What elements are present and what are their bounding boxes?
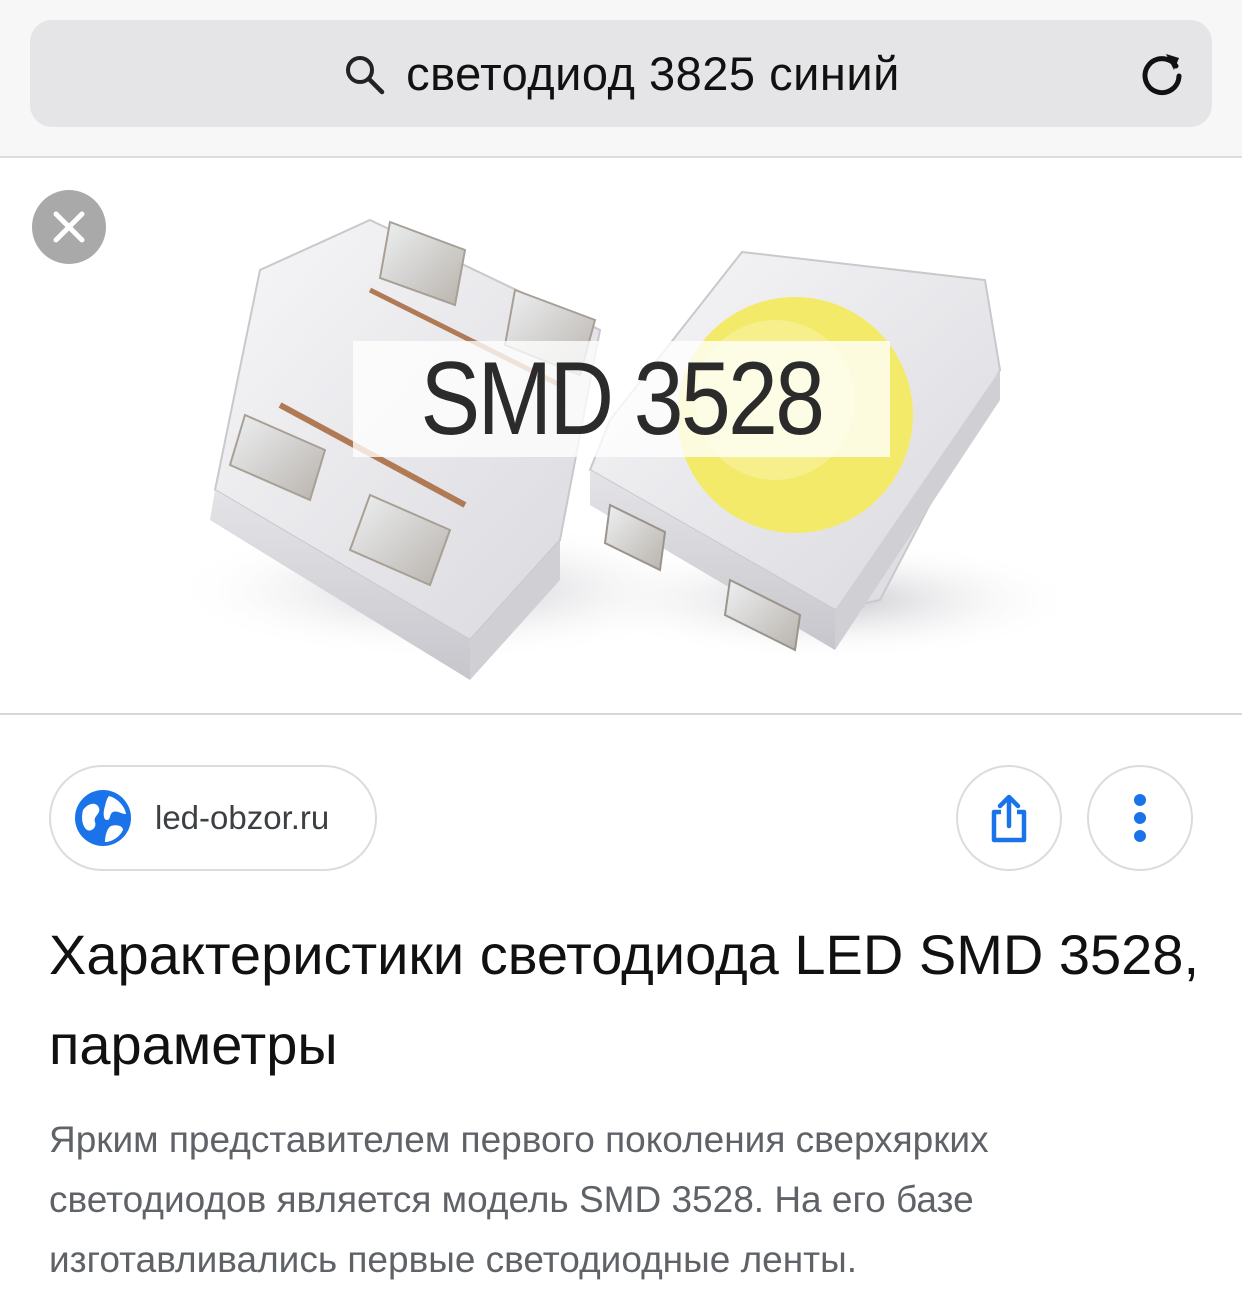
divider [0, 713, 1242, 715]
image-label: SMD 3528 [420, 340, 826, 457]
search-query: светодиод 3825 синий [406, 47, 900, 100]
globe-icon [75, 790, 131, 846]
address-bar-content: светодиод 3825 синий [30, 20, 1212, 127]
source-site-chip[interactable]: led-obzor.ru [49, 765, 377, 871]
browser-toolbar: светодиод 3825 синий [0, 0, 1242, 158]
search-icon [346, 55, 385, 94]
share-button[interactable] [956, 765, 1062, 871]
result-snippet: Ярким представителем первого поколения с… [49, 1119, 989, 1280]
close-icon[interactable] [32, 190, 106, 264]
more-options-button[interactable] [1087, 765, 1193, 871]
source-site-name: led-obzor.ru [155, 799, 330, 836]
result-title[interactable]: Характеристики светодиода LED SMD 3528, … [49, 910, 1199, 1090]
share-icon [991, 794, 1027, 843]
more-vertical-icon [1134, 794, 1146, 842]
image-preview[interactable]: SMD 3528 [0, 160, 1242, 713]
address-bar[interactable]: светодиод 3825 синий [30, 20, 1212, 127]
reload-icon[interactable] [1136, 48, 1188, 100]
